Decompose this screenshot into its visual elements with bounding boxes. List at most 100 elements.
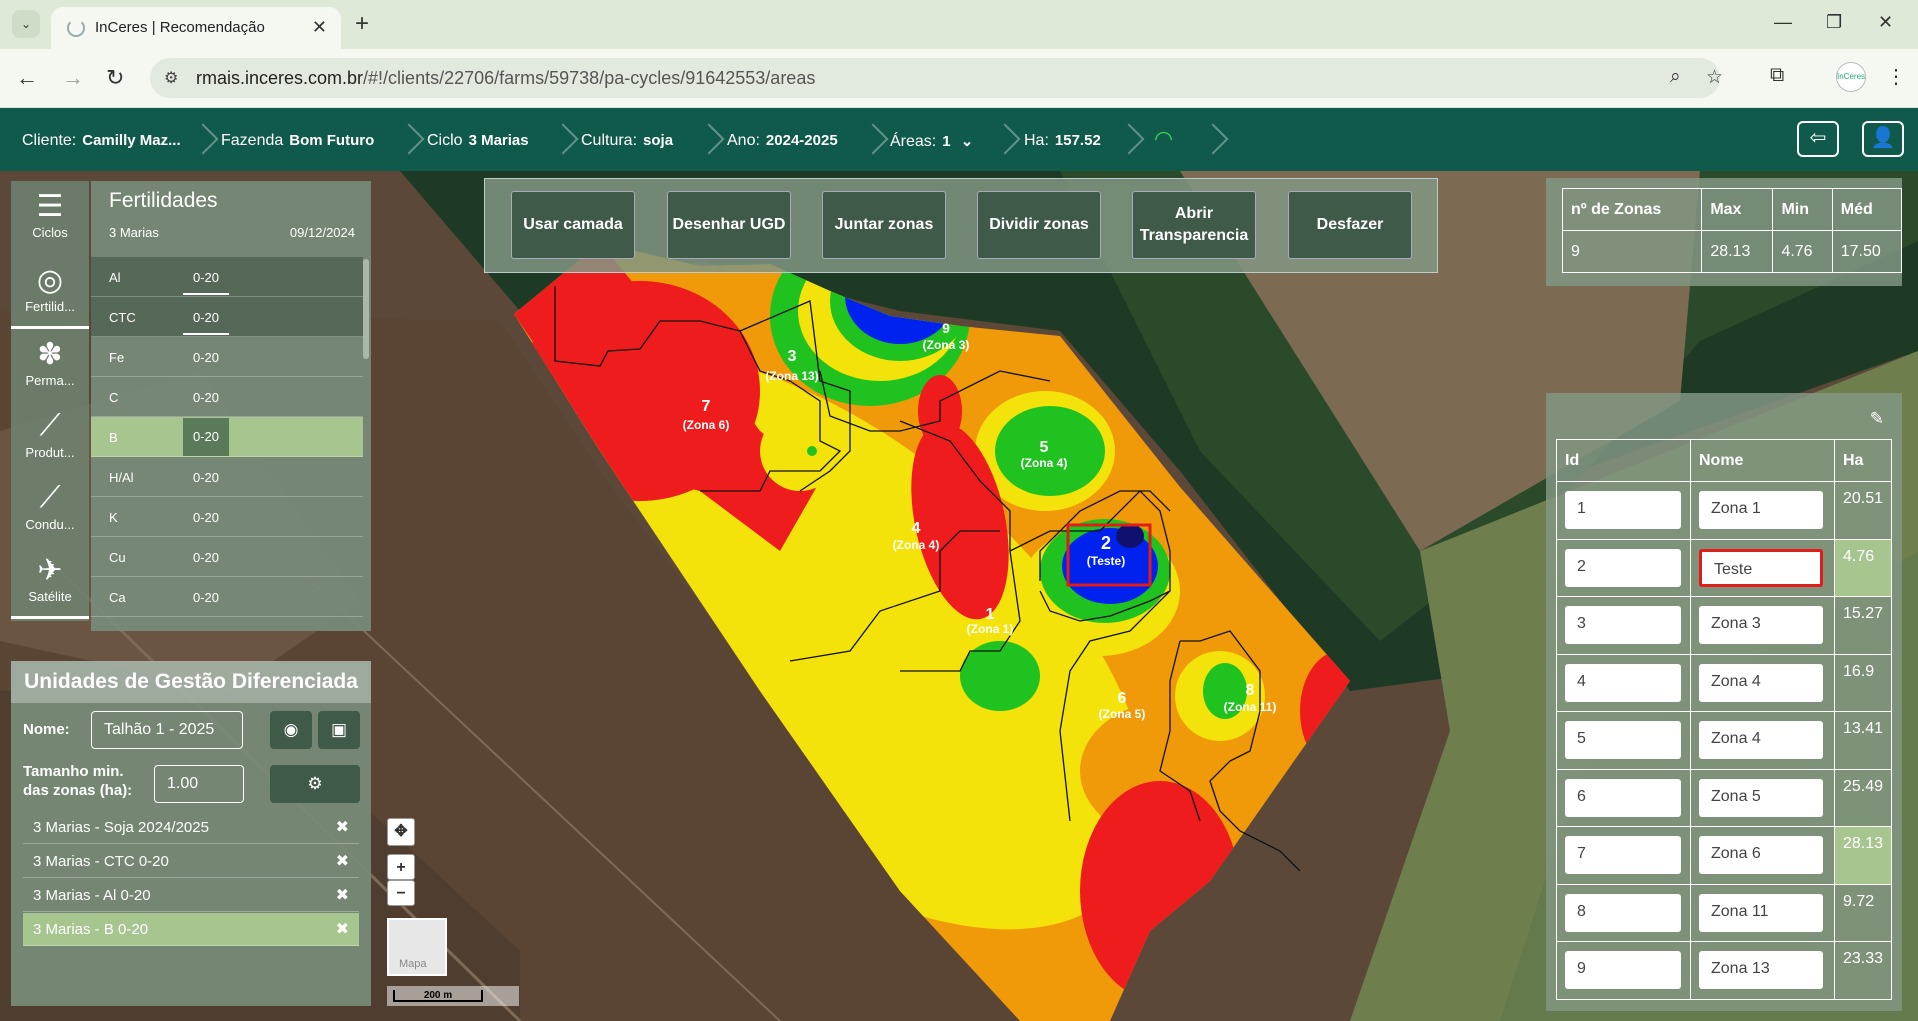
bookmark-star-icon[interactable]: ☆: [1706, 66, 1723, 89]
fert-row[interactable]: H/Al 0-20: [91, 457, 363, 497]
zone-name-input[interactable]: Zona 1: [1699, 491, 1823, 530]
settings-button[interactable]: ⚙: [270, 765, 360, 803]
browser-tab[interactable]: InCeres | Recomendação ✕: [51, 7, 341, 49]
crumb-ano[interactable]: Ano: 2024-2025: [727, 132, 838, 150]
chevron-separator: [862, 122, 884, 158]
nav-condutividade[interactable]: ⟋ Condu...: [11, 475, 89, 547]
zoom-in-button[interactable]: +: [387, 854, 415, 880]
reload-icon[interactable]: ↻: [106, 65, 124, 91]
zone-id-input[interactable]: 3: [1565, 606, 1681, 645]
transparency-button[interactable]: Abrir Transparencia: [1132, 191, 1256, 259]
zone-id-input[interactable]: 4: [1565, 663, 1681, 702]
zone-name-input[interactable]: Zona 6: [1699, 836, 1823, 875]
zoom-icon[interactable]: ⌕: [1670, 66, 1681, 88]
eye-button[interactable]: ◉: [270, 711, 312, 749]
stats-panel: nº de Zonas Max Min Méd 9 28.13 4.76 17.…: [1546, 178, 1903, 286]
remove-icon[interactable]: ✖: [336, 817, 349, 837]
fert-row[interactable]: CTC 0-20: [91, 297, 363, 337]
fert-row-selected[interactable]: B 0-20: [91, 417, 363, 457]
user-button[interactable]: 👤: [1862, 121, 1904, 157]
chevron-separator: [698, 122, 720, 158]
table-row: 2 Teste 4.76: [1556, 538, 1893, 597]
pencil-icon[interactable]: ✎: [1870, 409, 1884, 429]
basemap-toggle[interactable]: Mapa: [387, 918, 447, 976]
zone-label-num: 5: [1040, 439, 1049, 456]
zoom-out-button[interactable]: −: [387, 880, 415, 906]
zone-label-name: (Zona 11): [1224, 700, 1277, 714]
nav-permanentes[interactable]: ✽ Perma...: [11, 331, 89, 403]
name-label: Nome:: [23, 721, 70, 738]
fert-row[interactable]: C 0-20: [91, 377, 363, 417]
nav-produtividade[interactable]: ⟋ Produt...: [11, 403, 89, 475]
fert-row[interactable]: Al 0-20: [91, 257, 363, 297]
extensions-icon[interactable]: ⧉: [1770, 64, 1784, 87]
back-arrow-button[interactable]: ⇦: [1797, 121, 1839, 157]
zone-name-input[interactable]: Zona 13: [1699, 951, 1823, 990]
back-icon[interactable]: ←: [16, 65, 38, 91]
new-tab-button[interactable]: +: [355, 10, 369, 38]
zone-id-input[interactable]: 1: [1565, 491, 1681, 530]
pan-icon[interactable]: ✥: [387, 818, 415, 846]
minimize-icon[interactable]: —: [1774, 12, 1792, 33]
plants-icon: ✽: [37, 338, 63, 371]
tab-search-button[interactable]: ⌄: [12, 10, 40, 38]
zone-id-input[interactable]: 2: [1565, 548, 1681, 587]
forward-icon[interactable]: →: [62, 65, 84, 91]
zone-label-name: (Zona 3): [923, 338, 970, 352]
crumb-fazenda[interactable]: Fazenda Bom Futuro: [221, 132, 374, 150]
undo-button[interactable]: Desfazer: [1288, 191, 1412, 259]
panel-subtitle: 3 Marias: [109, 225, 159, 240]
fert-row[interactable]: Fe 0-20: [91, 337, 363, 377]
close-icon[interactable]: ✕: [312, 17, 327, 38]
layer-item[interactable]: 3 Marias - Soja 2024/2025 ✖: [23, 811, 359, 844]
zone-name-input[interactable]: Zona 4: [1699, 663, 1823, 702]
remove-icon[interactable]: ✖: [336, 851, 349, 871]
restore-icon[interactable]: ❐: [1826, 12, 1842, 33]
profile-avatar[interactable]: InCeres: [1836, 62, 1866, 92]
browser-toolbar: ← → ↻ ⚙ rmais.inceres.com.br/#!/clients/…: [0, 49, 1918, 108]
remove-icon[interactable]: ✖: [336, 919, 349, 939]
fert-row[interactable]: Ca 0-20: [91, 577, 363, 617]
zone-name-input[interactable]: Zona 11: [1699, 893, 1823, 932]
nav-ciclos[interactable]: ☰ Ciclos: [11, 183, 89, 255]
crumb-ha: Ha: 157.52: [1024, 132, 1101, 149]
layer-item[interactable]: 3 Marias - Al 0-20 ✖: [23, 879, 359, 912]
draw-ugd-button[interactable]: Desenhar UGD: [667, 191, 791, 259]
remove-icon[interactable]: ✖: [336, 885, 349, 905]
zone-name-input-active[interactable]: Teste: [1699, 548, 1823, 587]
crumb-cliente[interactable]: Cliente: Camilly Maz...: [22, 132, 181, 150]
kebab-menu-icon[interactable]: ⋮: [1886, 64, 1906, 89]
table-row: 8 Zona 11 9.72: [1556, 883, 1893, 942]
layer-item[interactable]: 3 Marias - CTC 0-20 ✖: [23, 845, 359, 878]
site-info-icon[interactable]: ⚙: [164, 68, 178, 88]
nav-fertilidades[interactable]: ◎ Fertilid...: [11, 257, 89, 329]
zone-id-input[interactable]: 5: [1565, 721, 1681, 760]
zone-label-num: 1: [986, 606, 995, 623]
zone-id-input[interactable]: 6: [1565, 778, 1681, 817]
ugd-name-input[interactable]: Talhão 1 - 2025: [91, 711, 243, 749]
zone-id-input[interactable]: 9: [1565, 951, 1681, 990]
layer-item-selected[interactable]: 3 Marias - B 0-20 ✖: [23, 913, 359, 946]
use-layer-button[interactable]: Usar camada: [511, 191, 635, 259]
crumb-areas[interactable]: Áreas: 1 ⌄: [890, 132, 973, 151]
edit-toolbar: Usar camada Desenhar UGD Juntar zonas Di…: [484, 178, 1438, 273]
split-zones-button[interactable]: Dividir zonas: [977, 191, 1101, 259]
nav-satelite[interactable]: ✈ Satélite: [11, 547, 89, 619]
fert-row[interactable]: Cu 0-20: [91, 537, 363, 577]
address-bar[interactable]: ⚙ rmais.inceres.com.br/#!/clients/22706/…: [150, 58, 1723, 98]
zone-id-input[interactable]: 8: [1565, 893, 1681, 932]
min-size-input[interactable]: 1.00: [154, 765, 244, 803]
zone-label-num: 2: [1101, 533, 1111, 553]
zone-name-input[interactable]: Zona 4: [1699, 721, 1823, 760]
fert-row[interactable]: K 0-20: [91, 497, 363, 537]
zone-name-input[interactable]: Zona 3: [1699, 606, 1823, 645]
crumb-cultura[interactable]: Cultura: soja: [581, 132, 673, 150]
zone-id-input[interactable]: 7: [1565, 836, 1681, 875]
chevron-separator: [552, 122, 574, 158]
zone-name-input[interactable]: Zona 5: [1699, 778, 1823, 817]
scrollbar[interactable]: [363, 259, 369, 359]
window-close-icon[interactable]: ✕: [1878, 12, 1893, 33]
save-button[interactable]: ▣: [318, 711, 360, 749]
join-zones-button[interactable]: Juntar zonas: [822, 191, 946, 259]
crumb-ciclo[interactable]: Ciclo 3 Marias: [427, 132, 529, 150]
